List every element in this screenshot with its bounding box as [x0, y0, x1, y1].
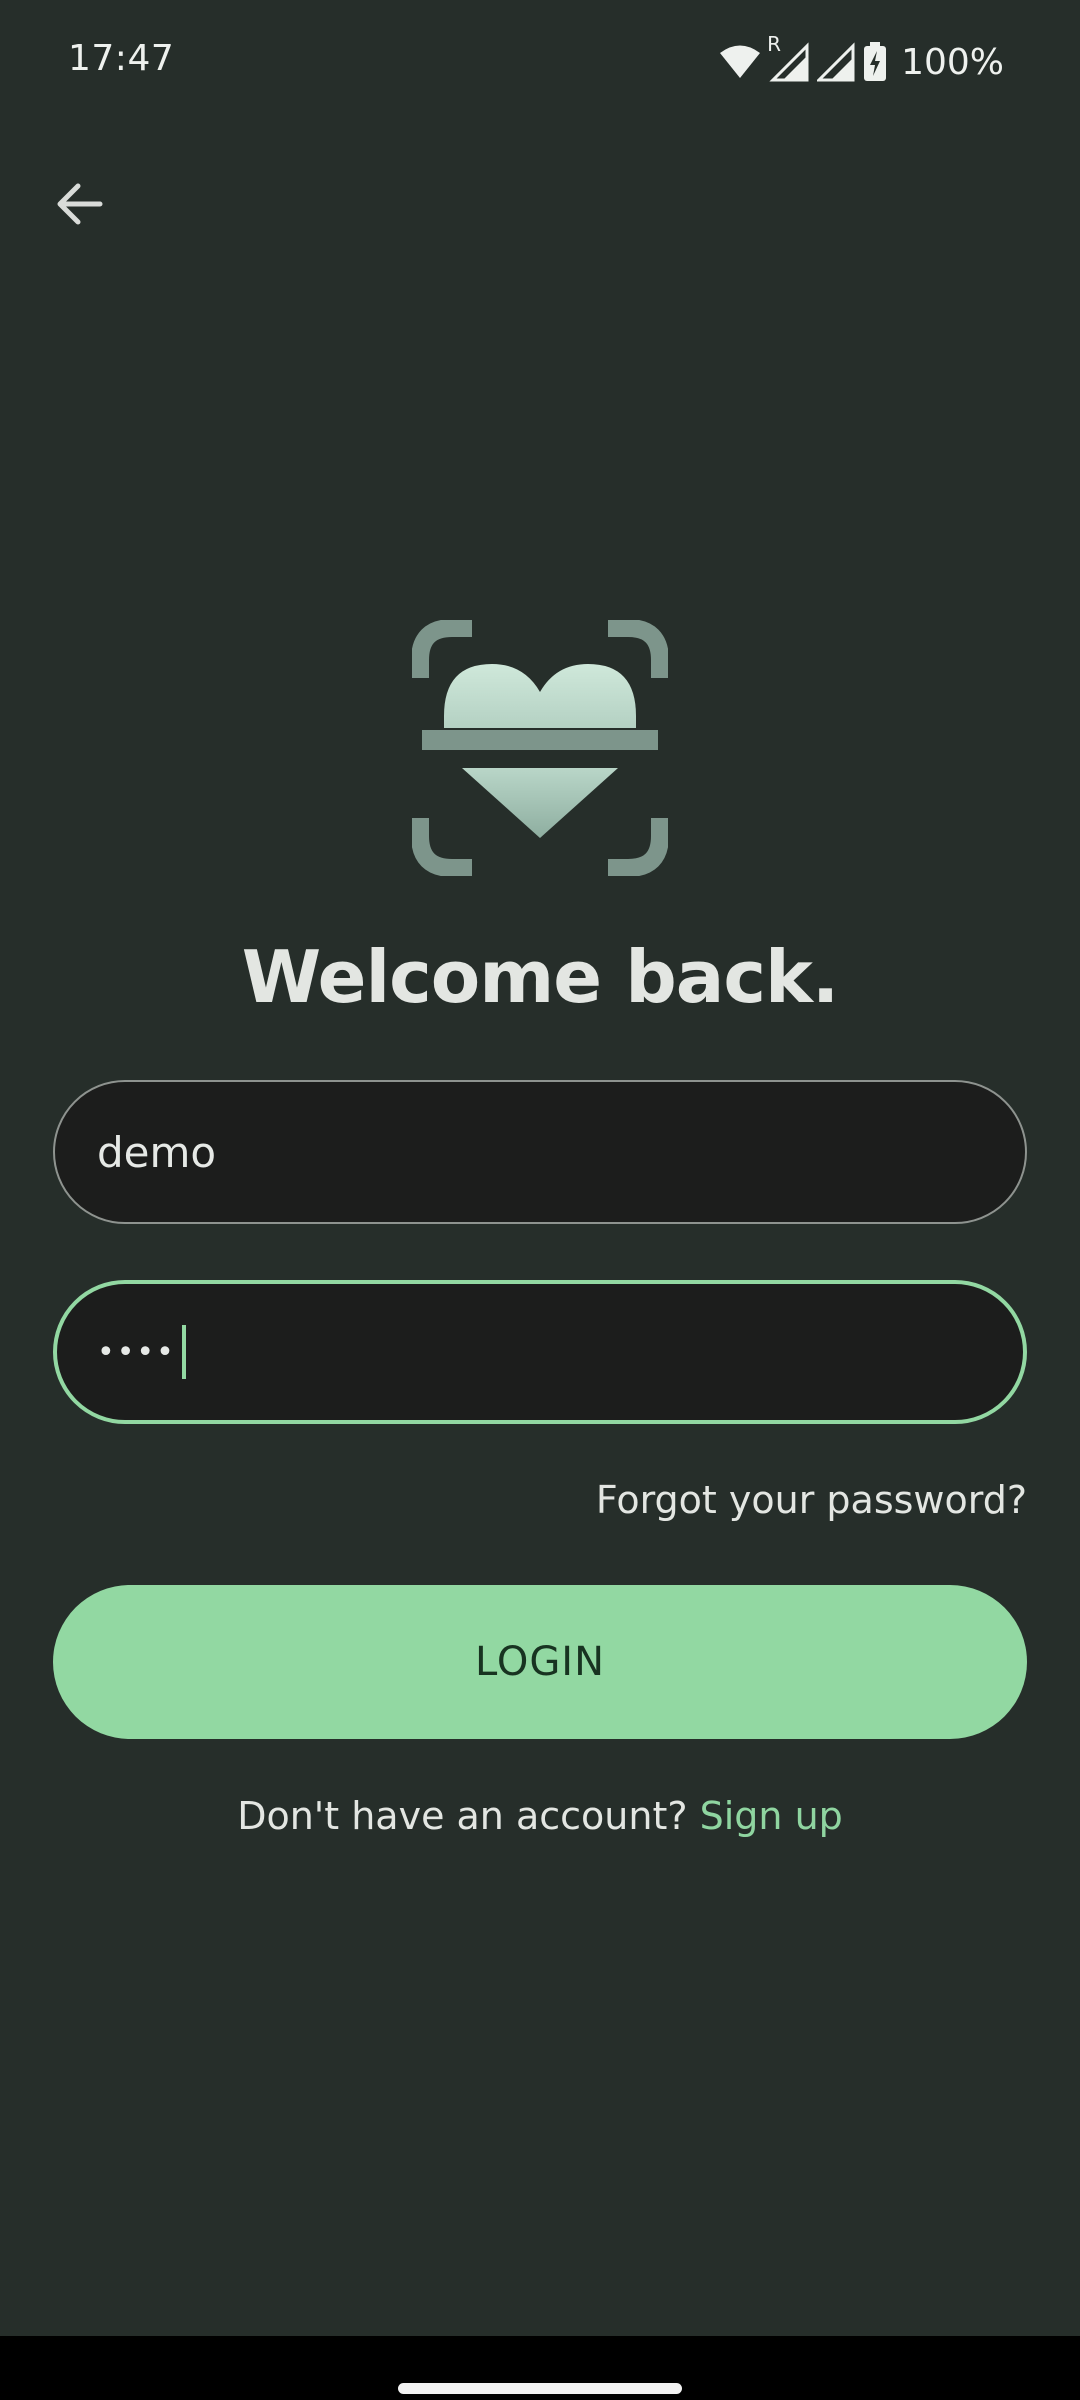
forgot-password-link[interactable]: Forgot your password? [596, 1478, 1027, 1522]
arrow-left-icon [56, 182, 104, 230]
text-cursor [181, 1325, 186, 1379]
page-title: Welcome back. [241, 935, 839, 1019]
status-icons: R 100% [719, 32, 1004, 86]
status-bar: 17:47 R 100% [0, 0, 1080, 120]
signup-prompt: Don't have an account? [237, 1794, 688, 1838]
battery-percent: 100% [901, 41, 1004, 83]
home-gesture-handle[interactable] [398, 2383, 682, 2394]
login-button[interactable]: LOGIN [53, 1585, 1027, 1739]
username-field[interactable] [53, 1080, 1027, 1224]
wifi-icon [719, 44, 761, 80]
heart-scan-logo [411, 619, 669, 877]
password-masked-value: •••• [97, 1334, 176, 1370]
password-field[interactable]: •••• [53, 1280, 1027, 1424]
username-input[interactable] [97, 1127, 977, 1177]
signup-row: Don't have an account? Sign up [0, 1794, 1080, 1838]
status-time: 17:47 [68, 38, 175, 79]
login-button-label: LOGIN [474, 1639, 606, 1685]
signup-link[interactable]: Sign up [700, 1794, 843, 1838]
battery-charging-icon [863, 42, 887, 82]
signal-icon [817, 42, 855, 82]
roaming-label: R [767, 32, 781, 56]
signal-roaming-icon: R [767, 32, 809, 82]
back-button[interactable] [44, 170, 116, 242]
